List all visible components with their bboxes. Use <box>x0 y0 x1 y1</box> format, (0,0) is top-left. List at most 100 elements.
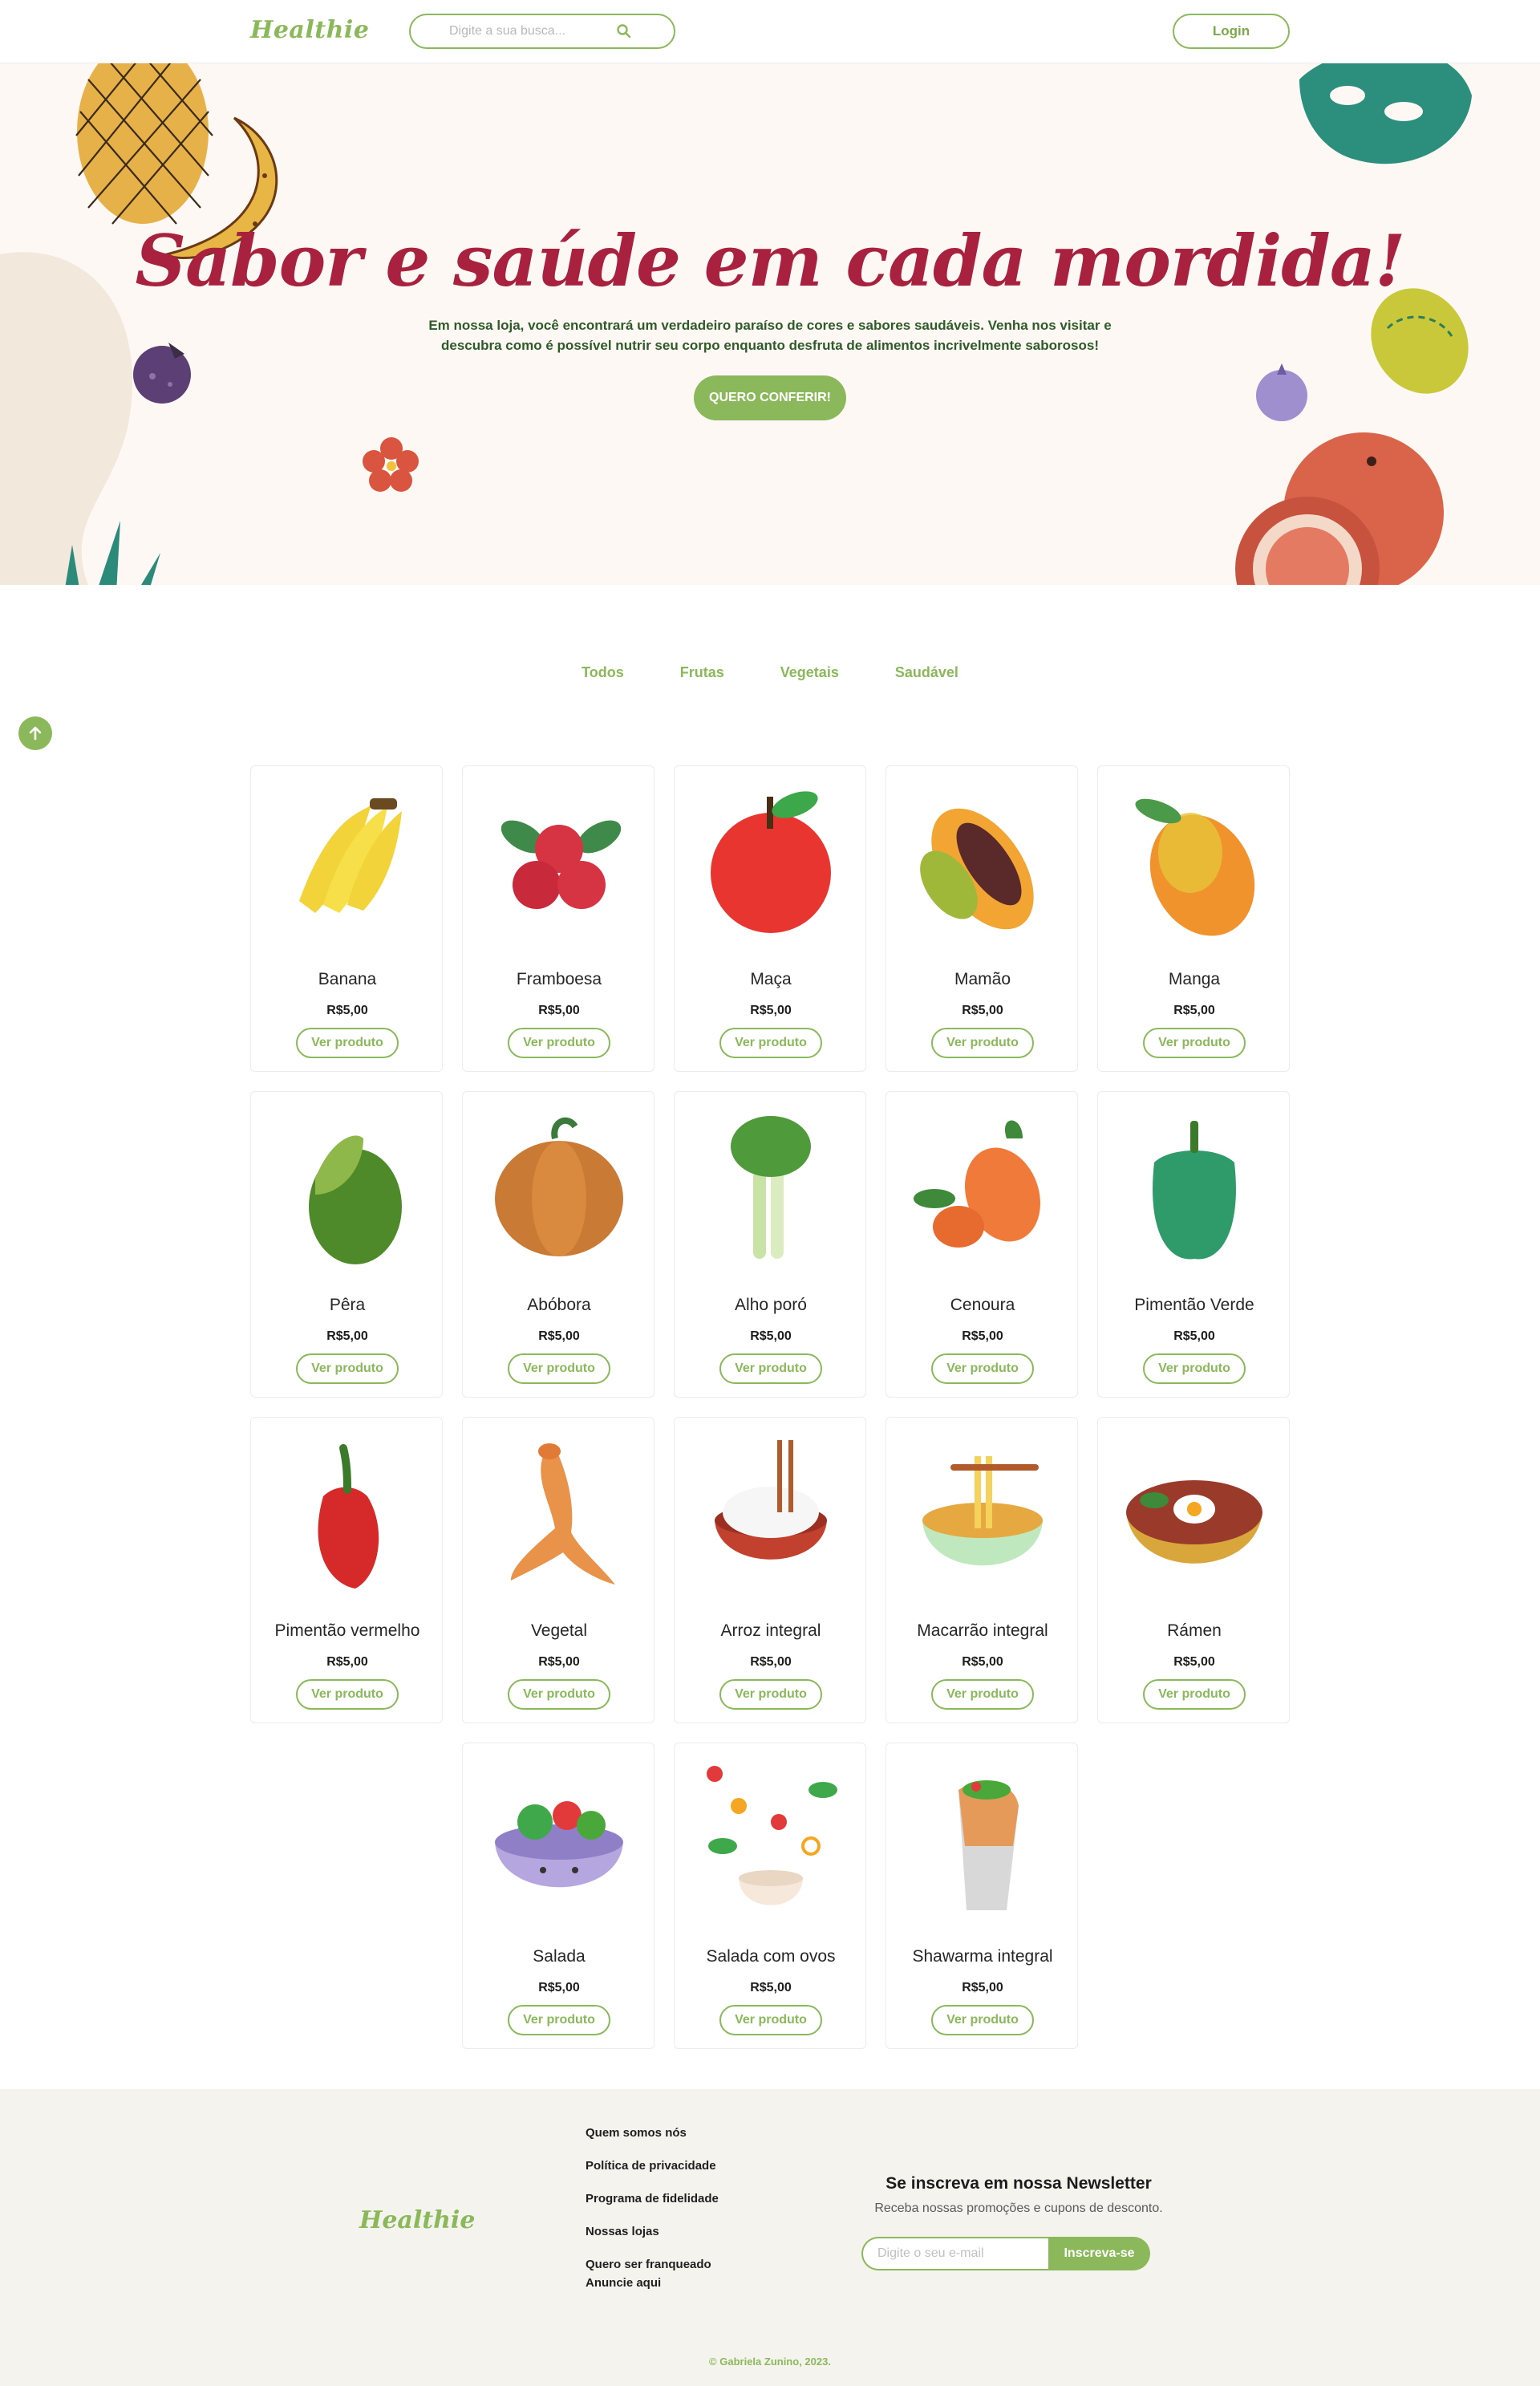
product-price: R$5,00 <box>962 1004 1003 1017</box>
green-pepper-icon <box>1153 1121 1236 1260</box>
grapefruit-icon <box>1235 432 1444 585</box>
newsletter-title: Se inscreva em nossa Newsletter <box>886 2174 1152 2193</box>
footer-link-loyalty[interactable]: Programa de fidelidade <box>586 2192 719 2205</box>
flower-icon <box>363 437 419 492</box>
newsletter-subtitle: Receba nossas promoções e cupons de desc… <box>874 2201 1163 2215</box>
banana-icon <box>299 798 402 913</box>
view-product-button[interactable]: Ver produto <box>508 1028 610 1058</box>
email-field[interactable] <box>861 2237 1048 2270</box>
product-price: R$5,00 <box>326 1004 368 1017</box>
product-card[interactable]: Rámen R$5,00 Ver produto <box>1097 1417 1290 1723</box>
login-button[interactable]: Login <box>1173 14 1290 49</box>
view-product-button[interactable]: Ver produto <box>719 1679 822 1710</box>
site-footer: Healthie Quem somos nós Política de priv… <box>0 2089 1540 2386</box>
product-card[interactable]: Mamão R$5,00 Ver produto <box>886 765 1078 1072</box>
view-product-button[interactable]: Ver produto <box>1143 1028 1246 1058</box>
product-price: R$5,00 <box>538 1981 580 1994</box>
product-card[interactable]: Cenoura R$5,00 Ver produto <box>886 1091 1078 1398</box>
product-card[interactable]: Vegetal R$5,00 Ver produto <box>462 1417 654 1723</box>
view-product-button[interactable]: Ver produto <box>296 1679 399 1710</box>
hero-banner: Sabor e saúde em cada mordida! Em nossa … <box>0 63 1540 585</box>
subscribe-button[interactable]: Inscreva-se <box>1048 2237 1150 2270</box>
product-name: Abóbora <box>527 1296 591 1314</box>
product-card[interactable]: Salada com ovos R$5,00 Ver produto <box>674 1743 866 2049</box>
product-name: Framboesa <box>516 970 602 988</box>
product-price: R$5,00 <box>1173 1329 1215 1343</box>
view-product-button[interactable]: Ver produto <box>508 2005 610 2035</box>
filter-vegetais[interactable]: Vegetais <box>752 664 867 681</box>
site-header: Healthie Login <box>0 0 1540 63</box>
footer-link-stores[interactable]: Nossas lojas <box>586 2225 719 2238</box>
arrow-up-icon <box>29 726 42 741</box>
view-product-button[interactable]: Ver produto <box>1143 1353 1246 1384</box>
shawarma-icon <box>958 1780 1019 1910</box>
product-card[interactable]: Abóbora R$5,00 Ver produto <box>462 1091 654 1398</box>
leaves-icon <box>65 521 160 585</box>
red-pepper-icon <box>318 1444 379 1589</box>
product-name: Shawarma integral <box>912 1947 1053 1966</box>
view-product-button[interactable]: Ver produto <box>719 1353 822 1384</box>
product-card[interactable]: Maça R$5,00 Ver produto <box>674 765 866 1072</box>
product-price: R$5,00 <box>1173 1655 1215 1669</box>
footer-link-advertise[interactable]: Anuncie aqui <box>586 2276 719 2290</box>
view-product-button[interactable]: Ver produto <box>931 1353 1034 1384</box>
egg-salad-icon <box>707 1766 837 1905</box>
search-icon[interactable] <box>616 23 632 39</box>
footer-link-privacy[interactable]: Política de privacidade <box>586 2159 719 2173</box>
product-card[interactable]: Shawarma integral R$5,00 Ver produto <box>886 1743 1078 2049</box>
cta-button[interactable]: QUERO CONFERIR! <box>694 375 846 420</box>
view-product-button[interactable]: Ver produto <box>508 1679 610 1710</box>
leek-icon <box>731 1116 811 1259</box>
product-price: R$5,00 <box>1173 1004 1215 1017</box>
product-card[interactable]: Alho poró R$5,00 Ver produto <box>674 1091 866 1398</box>
product-price: R$5,00 <box>750 1981 792 1994</box>
view-product-button[interactable]: Ver produto <box>931 2005 1034 2035</box>
view-product-button[interactable]: Ver produto <box>296 1353 399 1384</box>
product-name: Manga <box>1168 970 1221 988</box>
view-product-button[interactable]: Ver produto <box>931 1028 1034 1058</box>
footer-links: Quem somos nós Política de privacidade P… <box>586 2126 719 2290</box>
newsletter-form: Inscreva-se <box>861 2237 1150 2270</box>
noodle-bowl-icon <box>922 1456 1043 1566</box>
view-product-button[interactable]: Ver produto <box>719 1028 822 1058</box>
product-card[interactable]: Arroz integral R$5,00 Ver produto <box>674 1417 866 1723</box>
product-card[interactable]: Pêra R$5,00 Ver produto <box>250 1091 443 1398</box>
product-price: R$5,00 <box>326 1655 368 1669</box>
filter-frutas[interactable]: Frutas <box>652 664 752 681</box>
product-price: R$5,00 <box>962 1655 1003 1669</box>
rice-bowl-icon <box>715 1440 827 1560</box>
product-card[interactable]: Salada R$5,00 Ver produto <box>462 1743 654 2049</box>
view-product-button[interactable]: Ver produto <box>931 1679 1034 1710</box>
product-price: R$5,00 <box>962 1329 1003 1343</box>
footer-link-about[interactable]: Quem somos nós <box>586 2126 719 2140</box>
product-price: R$5,00 <box>750 1655 792 1669</box>
product-card[interactable]: Pimentão vermelho R$5,00 Ver produto <box>250 1417 443 1723</box>
product-card[interactable]: Manga R$5,00 Ver produto <box>1097 765 1290 1072</box>
back-to-top-button[interactable] <box>18 716 52 750</box>
hero-title: Sabor e saúde em cada mordida! <box>135 219 1406 302</box>
product-price: R$5,00 <box>538 1655 580 1669</box>
mango-icon <box>1135 798 1255 936</box>
footer-logo[interactable]: Healthie <box>359 2206 475 2234</box>
footer-link-franchise[interactable]: Quero ser franqueado <box>586 2258 719 2271</box>
view-product-button[interactable]: Ver produto <box>1143 1679 1246 1710</box>
product-card[interactable]: Pimentão Verde R$5,00 Ver produto <box>1097 1091 1290 1398</box>
view-product-button[interactable]: Ver produto <box>719 2005 822 2035</box>
hero-subtitle-line: descubra como é possível nutrir seu corp… <box>441 338 1099 353</box>
product-name: Pimentão Verde <box>1134 1296 1254 1314</box>
pear-icon <box>309 1135 402 1264</box>
search-bar <box>409 14 675 49</box>
carrot-icon <box>914 1120 1041 1248</box>
view-product-button[interactable]: Ver produto <box>296 1028 399 1058</box>
logo[interactable]: Healthie <box>250 16 369 44</box>
view-product-button[interactable]: Ver produto <box>508 1353 610 1384</box>
product-card[interactable]: Banana R$5,00 Ver produto <box>250 765 443 1072</box>
product-price: R$5,00 <box>538 1004 580 1017</box>
product-price: R$5,00 <box>750 1004 792 1017</box>
product-card[interactable]: Macarrão integral R$5,00 Ver produto <box>886 1417 1078 1723</box>
product-name: Pêra <box>329 1296 366 1314</box>
product-card[interactable]: Framboesa R$5,00 Ver produto <box>462 765 654 1072</box>
filter-todos[interactable]: Todos <box>553 664 652 681</box>
product-name: Salada com ovos <box>706 1947 836 1966</box>
filter-saudavel[interactable]: Saudável <box>867 664 987 681</box>
